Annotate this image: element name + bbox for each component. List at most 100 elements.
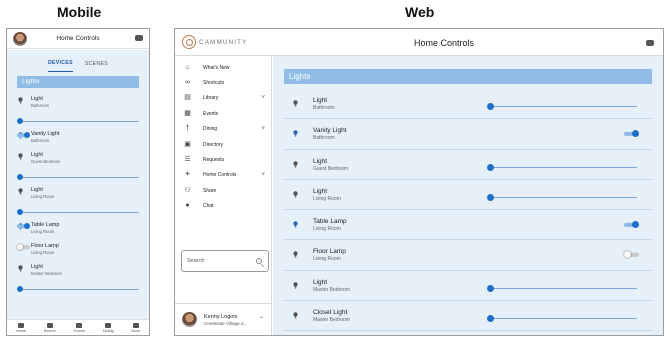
brightness-slider[interactable] bbox=[487, 193, 637, 202]
sidebar-item-label: Library bbox=[203, 95, 219, 102]
toggle-knob[interactable] bbox=[24, 132, 30, 138]
chat-bubble-icon[interactable] bbox=[135, 35, 143, 41]
sidebar-item-home-controls[interactable]: ☀ Home Controls ˅ bbox=[175, 168, 271, 183]
avatar[interactable] bbox=[13, 32, 27, 46]
search-icon bbox=[46, 322, 53, 328]
slider-track[interactable] bbox=[19, 212, 139, 213]
mobile-caption: Mobile bbox=[57, 4, 102, 20]
light-room: Living Room bbox=[313, 256, 341, 263]
nav-item-events[interactable]: Events bbox=[73, 322, 86, 333]
light-name: Light bbox=[31, 264, 43, 270]
bulb-icon bbox=[18, 265, 23, 272]
tab-scenes[interactable]: SCENES bbox=[85, 61, 108, 72]
brightness-slider[interactable] bbox=[17, 171, 139, 185]
slider-track[interactable] bbox=[489, 196, 637, 198]
slider-thumb[interactable] bbox=[487, 193, 494, 201]
user-profile[interactable]: Kenny Logins Creekside Village a... ⌃ bbox=[175, 303, 271, 335]
nav-item-search[interactable]: Search bbox=[44, 322, 56, 333]
toggle-knob[interactable] bbox=[624, 251, 631, 259]
light-room: Bathroom bbox=[31, 138, 50, 143]
light-toggle[interactable] bbox=[17, 244, 30, 250]
toggle-knob[interactable] bbox=[24, 223, 30, 229]
slider-thumb[interactable] bbox=[17, 118, 23, 124]
slider-track[interactable] bbox=[489, 106, 637, 107]
sidebar-item-shortcuts[interactable]: ∞ Shortcuts bbox=[175, 75, 271, 90]
slider-thumb[interactable] bbox=[487, 315, 494, 323]
slider-track[interactable] bbox=[19, 177, 139, 178]
slider-thumb[interactable] bbox=[17, 286, 23, 292]
list-item: Vanity Light Bathroom bbox=[17, 129, 139, 150]
slider-thumb[interactable] bbox=[487, 103, 494, 110]
light-room: Master Bedroom bbox=[313, 286, 350, 293]
chevron-down-icon[interactable]: ˅ bbox=[261, 126, 265, 132]
sidebar-item-directory[interactable]: ▣ Directory bbox=[175, 137, 271, 152]
sidebar-item-dining[interactable]: † Dining ˅ bbox=[175, 122, 271, 137]
sidebar-item-what-s-new[interactable]: ⌂ What's New bbox=[175, 60, 271, 75]
toggle-knob[interactable] bbox=[632, 221, 639, 229]
brightness-slider[interactable] bbox=[487, 315, 637, 323]
nav-label: More bbox=[131, 328, 141, 333]
light-toggle[interactable] bbox=[624, 221, 639, 229]
search-box[interactable] bbox=[181, 250, 269, 272]
nav-label: Events bbox=[73, 328, 86, 333]
brightness-slider[interactable] bbox=[17, 283, 139, 297]
mobile-screen: Home Controls DEVICES SCENES Lights Ligh… bbox=[6, 28, 150, 336]
sidebar-item-label: Requests bbox=[203, 157, 225, 164]
sidebar-item-label: Home Controls bbox=[203, 172, 237, 179]
slider-thumb[interactable] bbox=[487, 163, 494, 171]
sidebar-item-share[interactable]: ⚇ Share bbox=[175, 183, 271, 198]
brightness-slider[interactable] bbox=[17, 115, 139, 129]
contact-card-icon: ▣ bbox=[184, 140, 191, 148]
slider-track[interactable] bbox=[19, 121, 139, 122]
slider-thumb[interactable] bbox=[487, 284, 494, 292]
toggle-knob[interactable] bbox=[17, 244, 23, 250]
light-toggle[interactable] bbox=[17, 223, 30, 229]
sidebar-item-requests[interactable]: ☰ Requests bbox=[175, 152, 271, 167]
light-name: Light bbox=[31, 187, 43, 193]
slider-track[interactable] bbox=[489, 318, 637, 320]
light-toggle[interactable] bbox=[624, 251, 639, 259]
slider-track[interactable] bbox=[19, 289, 139, 290]
nav-item-more[interactable]: More bbox=[131, 322, 141, 333]
sidebar-item-events[interactable]: ▦ Events bbox=[175, 106, 271, 121]
search-icon[interactable] bbox=[256, 258, 262, 264]
sidebar-item-label: Share bbox=[203, 187, 217, 194]
slider-thumb[interactable] bbox=[17, 209, 23, 215]
page-title: Home Controls bbox=[413, 38, 475, 48]
chevron-down-icon[interactable]: ˅ bbox=[261, 95, 265, 101]
avatar[interactable] bbox=[182, 312, 197, 327]
light-room: Guest Bedroom bbox=[31, 159, 61, 164]
light-toggle[interactable] bbox=[624, 130, 639, 138]
light-toggle[interactable] bbox=[17, 132, 30, 138]
light-room: Bathroom bbox=[313, 105, 335, 111]
search-input[interactable] bbox=[187, 258, 257, 264]
brightness-slider[interactable] bbox=[487, 284, 637, 293]
tab-devices[interactable]: DEVICES bbox=[47, 60, 73, 72]
light-name: Light bbox=[313, 97, 328, 104]
list-item: Table Lamp Living Room bbox=[17, 220, 139, 241]
chat-bubble-icon[interactable] bbox=[646, 40, 654, 46]
bulb-icon bbox=[293, 160, 298, 168]
nav-item-dining[interactable]: Dining bbox=[102, 322, 114, 333]
slider-track[interactable] bbox=[489, 287, 637, 289]
list-item: Closet Light Master Bedroom bbox=[284, 301, 652, 332]
sidebar-item-chat[interactable]: ● Chat bbox=[175, 199, 271, 214]
sidebar-item-label: Events bbox=[203, 110, 219, 117]
list-item: Light Guest Bedroom bbox=[284, 150, 652, 180]
toggle-knob[interactable] bbox=[632, 130, 639, 138]
brightness-slider[interactable] bbox=[17, 206, 139, 220]
chevron-down-icon[interactable]: ˅ bbox=[261, 172, 265, 178]
light-name: Floor Lamp bbox=[31, 243, 59, 249]
home-icon bbox=[17, 322, 24, 328]
brightness-slider[interactable] bbox=[487, 103, 637, 111]
nav-label: Dining bbox=[102, 328, 114, 333]
sidebar-item-library[interactable]: ▤ Library ˅ bbox=[175, 91, 271, 106]
brightness-slider[interactable] bbox=[487, 163, 637, 172]
nav-item-home[interactable]: Home bbox=[16, 322, 26, 333]
slider-thumb[interactable] bbox=[17, 174, 23, 180]
web-screen: CAMMUNITY Home Controls ⌂ What's New ∞ Shor… bbox=[174, 28, 664, 336]
slider-track[interactable] bbox=[489, 166, 637, 168]
tab-bar: DEVICES SCENES bbox=[7, 50, 149, 72]
chevron-up-icon[interactable]: ⌃ bbox=[259, 316, 264, 323]
list-item: Vanity Light Bathroom bbox=[284, 119, 652, 150]
